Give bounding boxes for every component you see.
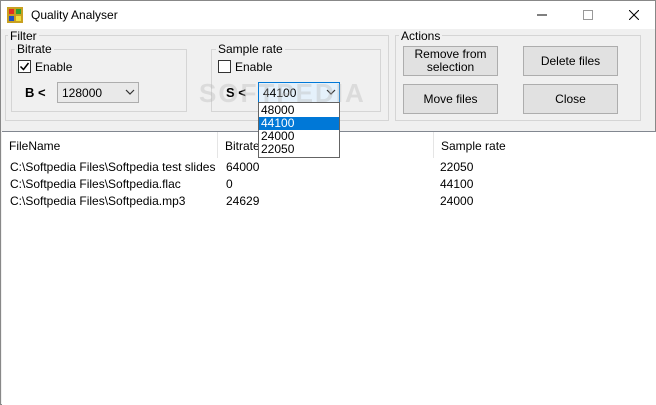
minimize-icon — [537, 14, 547, 16]
title-bar[interactable]: Quality Analyser — [1, 1, 655, 29]
move-files-button[interactable]: Move files — [403, 84, 498, 114]
bitrate-enable-checkbox[interactable] — [18, 60, 31, 73]
cell-filename: C:\Softpedia Files\Softpedia test slides… — [10, 160, 216, 174]
cell-sample-rate: 22050 — [440, 160, 474, 174]
close-button[interactable]: Close — [523, 84, 618, 114]
maximize-button[interactable] — [565, 1, 611, 29]
column-header-filename[interactable]: FileName — [2, 132, 218, 158]
bitrate-select-value: 128000 — [62, 86, 103, 100]
close-icon — [629, 10, 639, 20]
maximize-icon — [583, 10, 593, 20]
bitrate-operator-label: B < — [25, 85, 46, 100]
remove-label-line-2: selection — [426, 60, 475, 74]
sample-rate-dropdown-list[interactable]: 48000 44100 24000 22050 — [258, 102, 340, 158]
close-window-button[interactable] — [611, 1, 656, 29]
remove-from-selection-button[interactable]: Remove from selection — [403, 46, 498, 76]
cell-filename: C:\Softpedia Files\Softpedia.mp3 — [10, 194, 186, 208]
bitrate-legend: Bitrate — [15, 42, 54, 56]
dropdown-option[interactable]: 22050 — [259, 143, 339, 156]
cell-bitrate: 24629 — [226, 194, 260, 208]
chevron-down-icon — [125, 89, 135, 95]
remove-from-selection-label: Remove from selection — [414, 48, 486, 74]
delete-files-button[interactable]: Delete files — [523, 46, 618, 76]
checkmark-icon — [19, 62, 30, 71]
cell-bitrate: 0 — [226, 177, 233, 191]
cell-bitrate: 64000 — [226, 160, 260, 174]
sample-rate-enable-label[interactable]: Enable — [235, 60, 272, 74]
minimize-button[interactable] — [519, 1, 565, 29]
window-title: Quality Analyser — [31, 8, 118, 22]
files-list[interactable]: FileName Bitrate Sample rate C:\Softpedi… — [2, 131, 656, 405]
cell-sample-rate: 24000 — [440, 194, 474, 208]
column-header-sample-rate[interactable]: Sample rate — [434, 132, 656, 158]
actions-legend: Actions — [399, 29, 443, 43]
bitrate-select[interactable]: 128000 — [57, 82, 139, 103]
bitrate-enable-label[interactable]: Enable — [35, 60, 72, 74]
app-icon — [7, 7, 23, 23]
sample-rate-enable-checkbox[interactable] — [218, 60, 231, 73]
quality-analyser-window: Quality Analyser Filter Bitrate Enable B… — [0, 0, 656, 405]
cell-filename: C:\Softpedia Files\Softpedia.flac — [10, 177, 181, 191]
sample-rate-legend: Sample rate — [216, 42, 285, 56]
cell-sample-rate: 44100 — [440, 177, 474, 191]
filter-legend: Filter — [8, 29, 39, 43]
